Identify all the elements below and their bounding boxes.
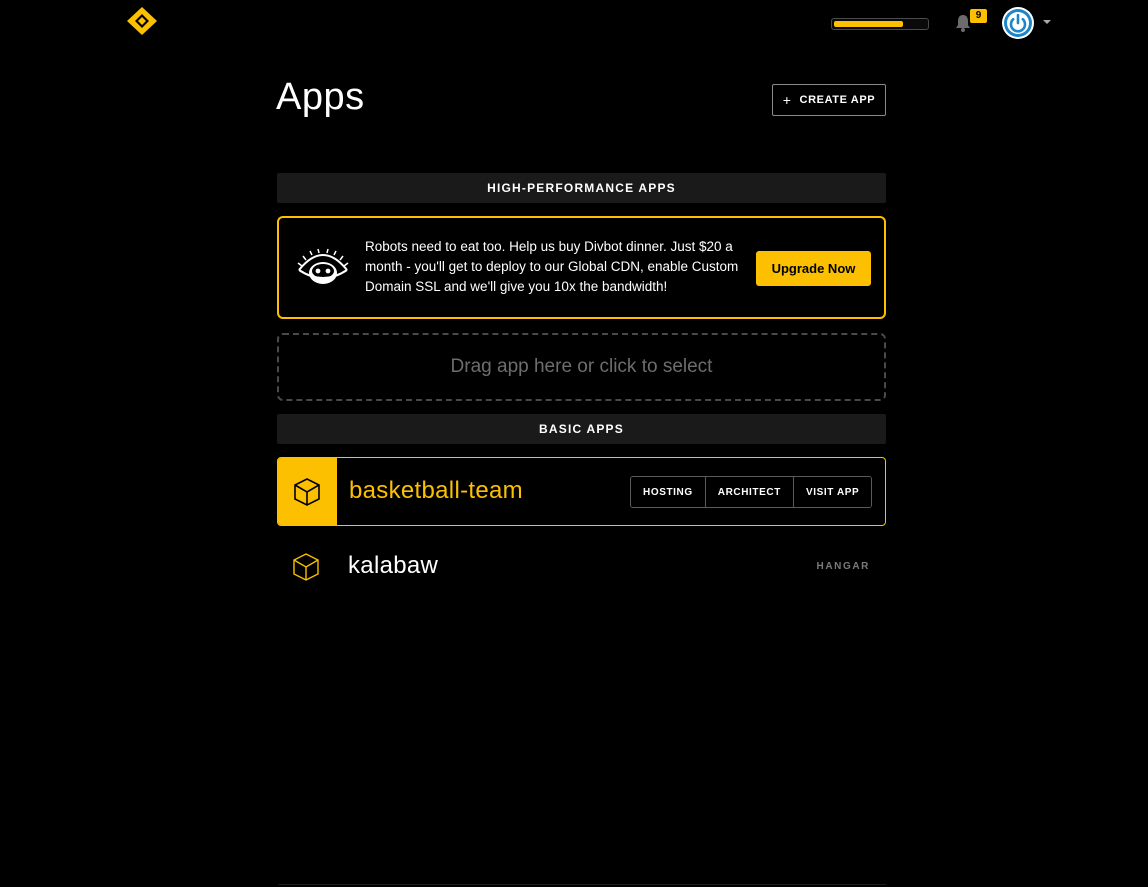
plus-icon: + xyxy=(782,92,792,108)
create-app-label: CREATE APP xyxy=(799,94,876,106)
visit-app-button[interactable]: VISIT APP xyxy=(793,477,872,507)
power-icon xyxy=(1004,9,1032,37)
upgrade-promo-banner: Robots need to eat too. Help us buy Divb… xyxy=(277,216,886,319)
notification-count-badge: 9 xyxy=(970,9,987,23)
cube-icon xyxy=(293,553,319,581)
chevron-down-icon[interactable] xyxy=(1043,20,1051,24)
divbot-robot-icon xyxy=(297,248,349,284)
architect-button[interactable]: ARCHITECT xyxy=(705,477,794,507)
basic-apps-heading: BASIC APPS xyxy=(277,414,886,444)
high-performance-heading: HIGH-PERFORMANCE APPS xyxy=(277,173,886,203)
app-name[interactable]: basketball-team xyxy=(349,477,523,505)
cube-icon xyxy=(294,478,320,506)
app-actions: HOSTING ARCHITECT VISIT APP xyxy=(630,476,873,508)
page-title: Apps xyxy=(276,76,365,118)
app-icon-block xyxy=(278,458,337,525)
create-app-button[interactable]: + CREATE APP xyxy=(772,84,886,116)
app-row-basketball-team[interactable]: basketball-team HOSTING ARCHITECT VISIT … xyxy=(277,457,886,526)
footer-divider xyxy=(278,884,886,885)
avatar[interactable] xyxy=(1002,7,1034,39)
app-dropzone[interactable]: Drag app here or click to select xyxy=(277,333,886,401)
hosting-button[interactable]: HOSTING xyxy=(631,477,706,507)
upgrade-now-button[interactable]: Upgrade Now xyxy=(756,251,871,286)
app-name[interactable]: kalabaw xyxy=(348,552,438,580)
app-row-kalabaw[interactable]: kalabaw HANGAR xyxy=(277,536,886,598)
usage-progress-fill xyxy=(834,21,903,27)
hangar-tag: HANGAR xyxy=(816,561,870,572)
usage-progress-bar xyxy=(831,18,929,30)
promo-text: Robots need to eat too. Help us buy Divb… xyxy=(365,239,739,294)
logo[interactable] xyxy=(126,6,158,36)
diamond-logo-icon xyxy=(127,7,157,35)
